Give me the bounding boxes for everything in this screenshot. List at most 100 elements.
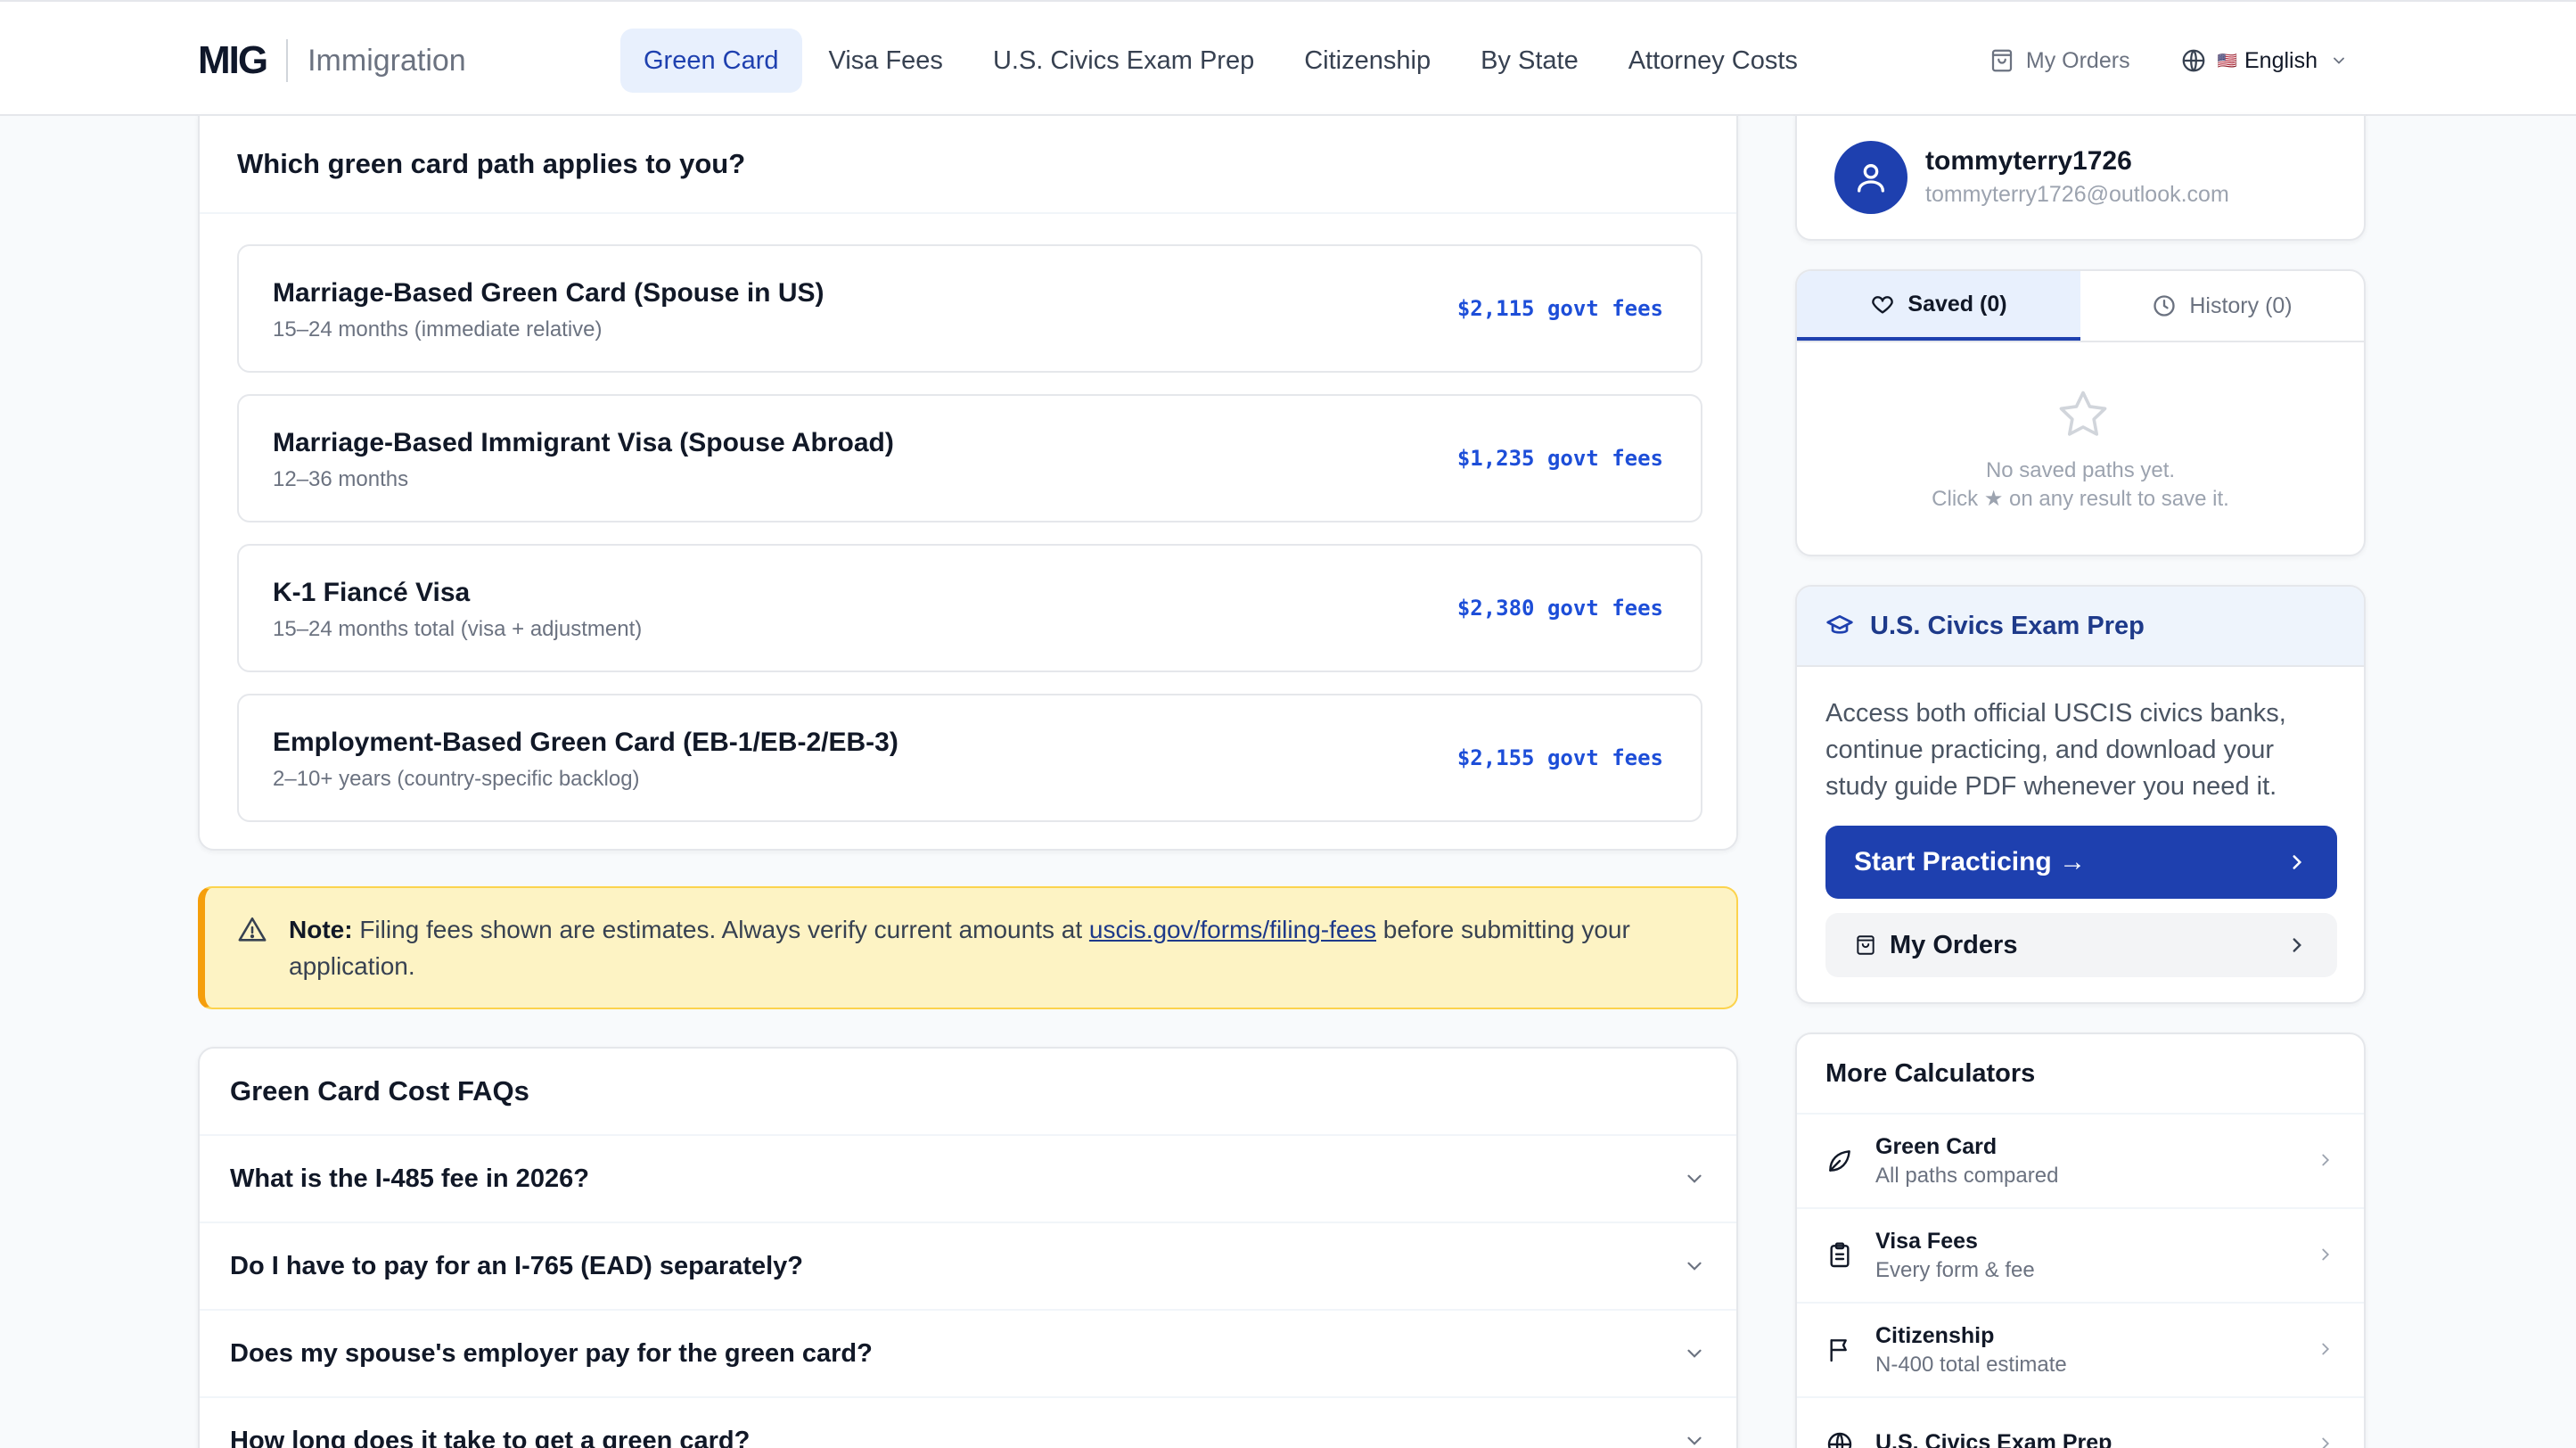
- saved-history-card: Saved (0) History (0) No saved paths yet…: [1795, 269, 2366, 556]
- saved-empty-message: No saved paths yet. Click ★ on any resul…: [1797, 457, 2364, 514]
- path-timeline: 15–24 months total (visa + adjustment): [273, 617, 643, 641]
- path-option[interactable]: Marriage-Based Immigrant Visa (Spouse Ab…: [237, 394, 1702, 522]
- chevron-down-icon: [1687, 1174, 1702, 1183]
- chevron-down-icon: [1687, 1349, 1702, 1358]
- my-orders-button-content: My Orders: [1854, 931, 2017, 960]
- site-logo[interactable]: MIG Immigration: [198, 37, 466, 84]
- path-title: Employment-Based Green Card (EB-1/EB-2/E…: [273, 728, 898, 757]
- my-orders-link[interactable]: My Orders: [1989, 47, 2130, 74]
- path-option[interactable]: Marriage-Based Green Card (Spouse in US)…: [237, 244, 1702, 373]
- calculator-link-citizenship[interactable]: Citizenship N-400 total estimate: [1797, 1304, 2364, 1398]
- language-label: English: [2244, 47, 2318, 73]
- chevron-down-icon: [2334, 57, 2344, 64]
- tab-history-label: History (0): [2189, 292, 2293, 318]
- faq-question: Do I have to pay for an I-765 (EAD) sepa…: [230, 1251, 804, 1280]
- nav-visa-fees[interactable]: Visa Fees: [806, 29, 966, 93]
- user-profile-card: tommyterry1726 tommyterry1726@outlook.co…: [1795, 114, 2366, 241]
- chevron-right-icon: [2322, 1248, 2330, 1261]
- tab-history[interactable]: History (0): [2080, 271, 2364, 341]
- username: tommyterry1726: [1925, 146, 2132, 176]
- path-title: K-1 Fiancé Visa: [273, 578, 471, 607]
- start-practicing-label: Start Practicing →: [1854, 847, 2087, 876]
- logo-subtitle: Immigration: [308, 43, 466, 78]
- path-option[interactable]: Employment-Based Green Card (EB-1/EB-2/E…: [237, 694, 1702, 822]
- path-timeline: 12–36 months: [273, 467, 409, 491]
- chevron-down-icon: [1687, 1436, 1702, 1445]
- path-option[interactable]: K-1 Fiancé Visa 15–24 months total (visa…: [237, 544, 1702, 672]
- civics-exam-prep-card: U.S. Civics Exam Prep Access both offici…: [1795, 585, 2366, 1004]
- path-fee: $1,235 govt fees: [1456, 446, 1663, 471]
- user-email: tommyterry1726@outlook.com: [1925, 182, 2229, 207]
- globe-icon: [2182, 49, 2204, 72]
- start-practicing-button[interactable]: Start Practicing →: [1825, 826, 2337, 899]
- note-label: Note:: [289, 916, 353, 943]
- faq-item[interactable]: Does my spouse's employer pay for the gr…: [200, 1311, 1736, 1398]
- path-fee: $2,115 govt fees: [1456, 296, 1663, 321]
- more-calculators-card: More Calculators Green Card All paths co…: [1795, 1033, 2366, 1448]
- faq-item[interactable]: What is the I-485 fee in 2026?: [200, 1136, 1736, 1223]
- saved-empty-line-2: Click ★ on any result to save it.: [1932, 487, 2229, 511]
- faq-item[interactable]: How long does it take to get a green car…: [200, 1398, 1736, 1448]
- heart-icon: [1872, 296, 1894, 314]
- nav-green-card[interactable]: Green Card: [620, 29, 802, 93]
- chevron-right-icon: [2322, 1343, 2330, 1355]
- path-title: Marriage-Based Immigrant Visa (Spouse Ab…: [273, 428, 894, 457]
- chevron-right-icon: [2322, 1154, 2330, 1166]
- leaf-icon: [1829, 1150, 1850, 1172]
- path-timeline: 15–24 months (immediate relative): [273, 317, 603, 341]
- my-orders-button[interactable]: My Orders: [1825, 913, 2337, 977]
- calculator-title: Visa Fees: [1875, 1228, 1978, 1254]
- graduation-cap-icon: [1826, 615, 1853, 634]
- calculator-title: Citizenship: [1875, 1322, 1995, 1348]
- calculator-link-civics-exam-prep[interactable]: U.S. Civics Exam Prep: [1797, 1398, 2364, 1448]
- saved-history-tabs: Saved (0) History (0): [1797, 271, 2364, 342]
- calculator-link-green-card[interactable]: Green Card All paths compared: [1797, 1115, 2364, 1209]
- star-outline-icon: [2059, 391, 2107, 436]
- faq-heading: Green Card Cost FAQs: [200, 1049, 1736, 1136]
- main-nav: Green Card Visa Fees U.S. Civics Exam Pr…: [620, 29, 1825, 93]
- nav-citizenship[interactable]: Citizenship: [1281, 29, 1454, 93]
- path-fee: $2,155 govt fees: [1456, 745, 1663, 770]
- calculator-link-visa-fees[interactable]: Visa Fees Every form & fee: [1797, 1209, 2364, 1304]
- warning-triangle-icon: [238, 917, 267, 942]
- paths-heading: Which green card path applies to you?: [200, 116, 1736, 214]
- calculator-subtitle: N-400 total estimate: [1875, 1352, 2067, 1377]
- path-title: Marriage-Based Green Card (Spouse in US): [273, 278, 824, 308]
- clock-icon: [2154, 295, 2176, 317]
- us-flag-icon: 🇺🇸: [2217, 51, 2237, 70]
- saved-empty-line-1: No saved paths yet.: [1985, 458, 2176, 482]
- language-selector[interactable]: 🇺🇸 English: [2180, 47, 2348, 74]
- nav-by-state[interactable]: By State: [1457, 29, 1602, 93]
- my-orders-label: My Orders: [2025, 47, 2130, 73]
- chevron-right-icon: [2322, 1437, 2330, 1448]
- faq-item[interactable]: Do I have to pay for an I-765 (EAD) sepa…: [200, 1223, 1736, 1311]
- note-text-before: Filing fees shown are estimates. Always …: [359, 916, 1083, 943]
- tab-saved[interactable]: Saved (0): [1797, 271, 2080, 341]
- uscis-fees-link[interactable]: uscis.gov/forms/filing-fees: [1089, 916, 1376, 943]
- path-timeline: 2–10+ years (country-specific backlog): [273, 767, 640, 791]
- flag-icon: [1830, 1339, 1847, 1362]
- clipboard-icon: [1830, 1242, 1850, 1268]
- calculator-title: U.S. Civics Exam Prep: [1875, 1429, 2112, 1448]
- civics-heading-bar: U.S. Civics Exam Prep: [1797, 587, 2364, 667]
- green-card-paths-card: Which green card path applies to you? Ma…: [198, 114, 1738, 851]
- logo-mark: MIG: [198, 38, 268, 82]
- top-navbar: MIG Immigration Green Card Visa Fees U.S…: [0, 0, 2576, 116]
- chevron-down-icon: [1687, 1262, 1702, 1271]
- user-icon: [1858, 164, 1884, 193]
- shopping-bag-icon: [1857, 935, 1875, 955]
- faq-question: How long does it take to get a green car…: [230, 1426, 751, 1448]
- faq-question: What is the I-485 fee in 2026?: [230, 1164, 589, 1193]
- chevron-right-icon: [2293, 938, 2301, 952]
- avatar[interactable]: [1834, 141, 1907, 214]
- chevron-right-icon: [2293, 855, 2302, 869]
- civics-description: Access both official USCIS civics banks,…: [1825, 699, 2286, 801]
- logo-divider: [286, 39, 289, 82]
- globe-icon: [1827, 1432, 1852, 1448]
- civics-heading: U.S. Civics Exam Prep: [1870, 611, 2145, 640]
- more-calculators-heading: More Calculators: [1797, 1034, 2364, 1115]
- calculator-subtitle: All paths compared: [1875, 1163, 2059, 1188]
- nav-attorney-costs[interactable]: Attorney Costs: [1605, 29, 1821, 93]
- nav-civics-exam-prep[interactable]: U.S. Civics Exam Prep: [970, 29, 1277, 93]
- path-fee: $2,380 govt fees: [1456, 596, 1663, 621]
